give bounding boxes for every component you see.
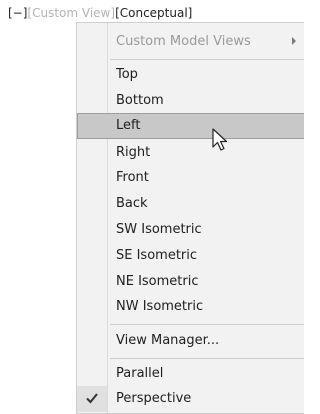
menu-item-back[interactable]: Back bbox=[77, 191, 304, 217]
menu-item-label: NW Isometric bbox=[116, 299, 204, 314]
menu-item-label: SW Isometric bbox=[116, 222, 202, 237]
menu-separator bbox=[110, 59, 304, 60]
menu-item-bottom[interactable]: Bottom bbox=[77, 88, 304, 114]
view-control[interactable]: [Custom View] bbox=[27, 6, 115, 20]
visual-style-control[interactable]: [Conceptual] bbox=[115, 6, 192, 20]
menu-item-label: Back bbox=[116, 196, 148, 211]
menu-item-label: Right bbox=[116, 145, 151, 160]
menu-item-label: Custom Model Views bbox=[116, 34, 251, 49]
menu-separator bbox=[110, 358, 304, 359]
viewport-menu-control[interactable]: [−] bbox=[8, 6, 27, 20]
chevron-right-icon bbox=[292, 37, 296, 45]
menu-separator bbox=[110, 324, 304, 325]
menu-item-label: SE Isometric bbox=[116, 248, 198, 263]
viewport: [−][Custom View][Conceptual] Custom Mode… bbox=[0, 0, 304, 414]
menu-item-label: Bottom bbox=[116, 93, 164, 108]
menu-item-label: View Manager... bbox=[116, 333, 220, 348]
menu-item-label: Top bbox=[116, 67, 138, 82]
menu-item-label: Front bbox=[116, 170, 149, 185]
menu-item-sw-isometric[interactable]: SW Isometric bbox=[77, 217, 304, 243]
menu-item-label: NE Isometric bbox=[116, 274, 199, 289]
menu-item-top[interactable]: Top bbox=[77, 62, 304, 88]
arrow-cursor-icon bbox=[212, 128, 228, 151]
menu-item-se-isometric[interactable]: SE Isometric bbox=[77, 243, 304, 269]
menu-item-label: Perspective bbox=[116, 391, 192, 406]
menu-item-label: Left bbox=[116, 118, 141, 133]
menu-item-view-manager[interactable]: View Manager... bbox=[77, 328, 304, 354]
menu-item-label: Parallel bbox=[116, 366, 164, 381]
view-context-menu: Custom Model Views Top Bottom Left Right… bbox=[76, 22, 304, 414]
menu-item-front[interactable]: Front bbox=[77, 165, 304, 191]
menu-item-nw-isometric[interactable]: NW Isometric bbox=[77, 294, 304, 320]
menu-item-parallel[interactable]: Parallel bbox=[77, 361, 304, 387]
menu-item-perspective[interactable]: Perspective bbox=[77, 386, 304, 412]
menu-item-custom-model-views[interactable]: Custom Model Views bbox=[77, 29, 304, 55]
menu-item-left[interactable]: Left bbox=[77, 113, 304, 139]
menu-item-ne-isometric[interactable]: NE Isometric bbox=[77, 269, 304, 295]
menu-item-right[interactable]: Right bbox=[77, 140, 304, 166]
viewport-controls-label: [−][Custom View][Conceptual] bbox=[8, 6, 192, 20]
